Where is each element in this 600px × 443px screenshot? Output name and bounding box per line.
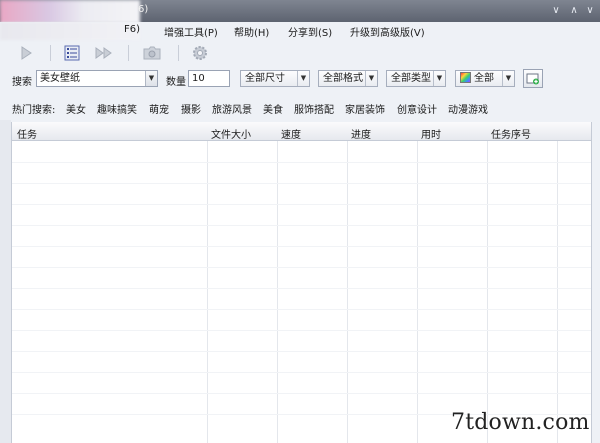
row-divider (12, 393, 591, 394)
window-title-fragment: 6) (138, 4, 149, 15)
chevron-down-icon: ▼ (297, 71, 309, 86)
toolbar-separator (50, 45, 51, 61)
type-filter-dropdown[interactable]: 全部类型 ▼ (386, 70, 446, 87)
row-divider (12, 288, 591, 289)
hot-search-item[interactable]: 动漫游戏 (448, 101, 488, 116)
column-divider (277, 122, 278, 443)
search-value: 美女壁纸 (40, 73, 80, 84)
hot-search-item[interactable]: 美食 (263, 101, 283, 116)
watermark: 7tdown.com (451, 410, 590, 435)
chevron-down-icon: ▼ (433, 71, 445, 86)
column-header-speed[interactable]: 速度 (281, 126, 301, 141)
chevron-down-icon: ▼ (365, 71, 377, 86)
row-divider (12, 225, 591, 226)
type-filter-label: 全部类型 (391, 73, 431, 84)
task-table[interactable]: 任务 文件大小 速度 进度 用时 任务序号 (11, 122, 592, 443)
search-label: 搜索 (12, 77, 32, 88)
fast-forward-icon[interactable] (94, 44, 114, 62)
chevron-down-icon: ▼ (502, 71, 514, 86)
hot-search-item[interactable]: 创意设计 (397, 101, 437, 116)
title-bar: 6) ∨ ∧ ∨ (0, 0, 600, 24)
size-filter-label: 全部尺寸 (245, 73, 285, 84)
column-header-progress[interactable]: 进度 (351, 126, 371, 141)
chevron-down-icon[interactable]: ▼ (145, 71, 157, 86)
row-divider (12, 330, 591, 331)
hot-search-item[interactable]: 趣味搞笑 (97, 101, 137, 116)
add-task-icon (526, 73, 539, 84)
column-divider (347, 122, 348, 443)
size-filter-dropdown[interactable]: 全部尺寸 ▼ (240, 70, 310, 87)
column-header-elapsed[interactable]: 用时 (421, 126, 441, 141)
column-header-file-size[interactable]: 文件大小 (211, 126, 251, 141)
color-palette-icon (460, 72, 471, 83)
color-filter-label: 全部 (474, 73, 494, 84)
menu-item-help[interactable]: 帮助(H) (234, 24, 269, 39)
column-header-task[interactable]: 任务 (17, 126, 37, 141)
row-divider (12, 204, 591, 205)
format-filter-dropdown[interactable]: 全部格式 ▼ (318, 70, 378, 87)
search-row: 搜索 美女壁纸 ▼ 数量 10 全部尺寸 ▼ 全部格式 ▼ 全部类型 ▼ 全部 … (0, 68, 600, 90)
menu-item-enhance-tools[interactable]: 增强工具(P) (164, 24, 218, 39)
count-value: 10 (192, 73, 205, 84)
menu-item-partial[interactable]: F6) (124, 24, 140, 35)
window-menu-icon[interactable]: ∨ (548, 3, 564, 19)
column-divider (557, 122, 558, 443)
row-divider (12, 309, 591, 310)
hot-search-item[interactable]: 萌宠 (149, 101, 169, 116)
table-header: 任务 文件大小 速度 进度 用时 任务序号 (12, 122, 591, 141)
color-filter-dropdown[interactable]: 全部 ▼ (455, 70, 515, 87)
menu-item-upgrade[interactable]: 升级到高级版(V) (350, 24, 425, 39)
left-panel-edge (0, 120, 11, 443)
column-divider (417, 122, 418, 443)
add-task-button[interactable] (523, 69, 543, 88)
count-label: 数量 (166, 77, 186, 88)
column-divider (207, 122, 208, 443)
hot-search-item[interactable]: 摄影 (181, 101, 201, 116)
play-icon[interactable] (16, 44, 36, 62)
row-divider (12, 183, 591, 184)
row-divider (12, 267, 591, 268)
collapse-icon[interactable]: ∨ (582, 3, 598, 19)
hot-search-label: 热门搜索: (12, 105, 56, 116)
hot-search-item[interactable]: 美女 (66, 101, 86, 116)
hot-search-row: 热门搜索: 美女 趣味搞笑 萌宠 摄影 旅游风景 美食 服饰搭配 家居装饰 创意… (0, 98, 600, 116)
menu-item-share[interactable]: 分享到(S) (288, 24, 332, 39)
row-divider (12, 246, 591, 247)
blurred-title-region (0, 0, 140, 24)
column-divider (487, 122, 488, 443)
hot-search-item[interactable]: 服饰搭配 (294, 101, 334, 116)
column-header-task-number[interactable]: 任务序号 (491, 126, 531, 141)
toolbar-separator (178, 45, 179, 61)
gear-icon[interactable] (190, 44, 210, 62)
blurred-menu-region (0, 22, 140, 40)
row-divider (12, 372, 591, 373)
row-divider (12, 162, 591, 163)
hot-search-item[interactable]: 旅游风景 (212, 101, 252, 116)
hot-search-item[interactable]: 家居装饰 (345, 101, 385, 116)
toolbar-separator (128, 45, 129, 61)
count-input[interactable]: 10 (188, 70, 230, 87)
format-filter-label: 全部格式 (323, 73, 363, 84)
camera-icon[interactable] (142, 44, 162, 62)
row-divider (12, 351, 591, 352)
search-input[interactable]: 美女壁纸 ▼ (36, 70, 158, 87)
icon-toolbar (0, 40, 600, 66)
minimize-icon[interactable]: ∧ (566, 3, 582, 19)
menu-bar: F6) 增强工具(P) 帮助(H) 分享到(S) 升级到高级版(V) (0, 22, 600, 40)
list-icon[interactable] (62, 44, 82, 62)
